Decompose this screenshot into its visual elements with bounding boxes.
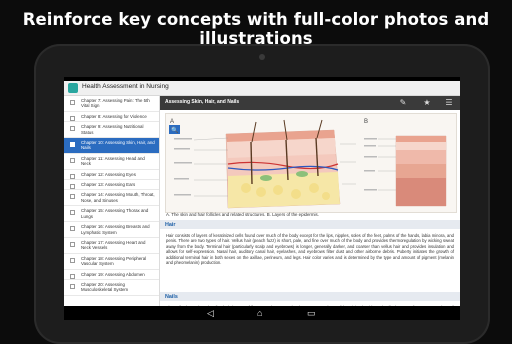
app-action-bar: Health Assessment in Nursing (64, 81, 460, 96)
sidebar-chapter-item[interactable]: Chapter 9: Assessing Nutritional Status (64, 122, 159, 139)
nails-heading-band: Nails (160, 292, 460, 301)
sidebar-chapter-item[interactable]: Chapter 13: Assessing Ears (64, 180, 159, 191)
hair-heading-band: Hair (160, 220, 460, 229)
chapter-sidebar: Chapter 7: Assessing Pain: The 5th Vital… (64, 96, 160, 320)
sidebar-chapter-item[interactable]: Chapter 20: Assessing Musculoskeletal Sy… (64, 280, 159, 296)
checkbox-icon[interactable] (70, 142, 75, 148)
star-icon[interactable]: ★ (422, 98, 432, 108)
chapter-label: Chapter 7: Assessing Pain: The 5th Vital… (81, 98, 150, 109)
content-pane: Assessing Skin, Hair, and Nails ✎ ★ ☰ A … (160, 96, 460, 320)
svg-text:🔍: 🔍 (171, 126, 179, 134)
recents-icon[interactable]: ▭ (307, 307, 316, 319)
chapter-label: Chapter 13: Assessing Ears (81, 182, 136, 188)
checkbox-icon[interactable] (70, 126, 75, 132)
nails-heading: Nails (165, 293, 178, 300)
chapter-label: Chapter 8: Assessing for Violence (81, 113, 147, 119)
promo-headline: Reinforce key concepts with full-color p… (22, 10, 490, 48)
sidebar-chapter-item[interactable]: Chapter 17: Assessing Heart and Neck Ves… (64, 238, 159, 254)
chapter-label: Chapter 12: Assessing Eyes (81, 171, 136, 177)
checkbox-icon[interactable] (70, 157, 75, 163)
section-title: Assessing Skin, Hair, and Nails (165, 99, 240, 105)
chapter-label: Chapter 17: Assessing Heart and Neck Ves… (81, 239, 146, 251)
content-toolbar: Assessing Skin, Hair, and Nails ✎ ★ ☰ (160, 96, 460, 110)
chapter-label: Chapter 14: Assessing Mouth, Throat, Nos… (81, 192, 155, 203)
sidebar-chapter-item[interactable]: Chapter 14: Assessing Mouth, Throat, Nos… (64, 190, 159, 207)
figure-caption: A. The skin and hair follicles and relat… (166, 212, 319, 217)
system-navigation-bar: ◁ ⌂ ▭ (64, 306, 460, 320)
skin-illustration: A B 🔍 (169, 119, 447, 209)
checkbox-icon[interactable] (70, 241, 75, 247)
chapter-label: Chapter 16: Assessing Breasts and Lympha… (81, 224, 150, 235)
sidebar-chapter-item[interactable]: Chapter 15: Assessing Thorax and Lungs (64, 206, 159, 223)
sidebar-chapter-item[interactable]: Chapter 11: Assessing Head and Neck (64, 154, 159, 170)
chapter-label: Chapter 15: Assessing Thorax and Lungs (81, 208, 149, 219)
checkbox-icon[interactable] (70, 173, 75, 179)
figure-label-a: A (170, 119, 174, 125)
back-icon[interactable]: ◁ (207, 307, 214, 319)
checkbox-icon[interactable] (70, 273, 75, 279)
list-icon[interactable]: ☰ (444, 98, 454, 108)
sidebar-chapter-item[interactable]: Chapter 19: Assessing Abdomen (64, 270, 159, 280)
app-title: Health Assessment in Nursing (82, 83, 169, 90)
hair-heading: Hair (165, 221, 176, 228)
home-icon[interactable]: ⌂ (257, 307, 262, 319)
device-screen: Health Assessment in Nursing Chapter 7: … (64, 77, 460, 320)
sidebar-chapter-item[interactable]: Chapter 12: Assessing Eyes (64, 170, 159, 181)
camera-dot (259, 54, 265, 60)
chapter-label: Chapter 11: Assessing Head and Neck (81, 155, 145, 167)
checkbox-icon[interactable] (70, 100, 75, 105)
chapter-label: Chapter 20: Assessing Musculoskeletal Sy… (81, 281, 129, 293)
figure-label-b: B (364, 119, 368, 125)
sidebar-chapter-item[interactable]: Chapter 10: Assessing Skin, Hair, and Na… (64, 138, 159, 154)
checkbox-icon[interactable] (70, 257, 75, 263)
sidebar-chapter-item[interactable]: Chapter 7: Assessing Pain: The 5th Vital… (64, 96, 159, 112)
checkbox-icon[interactable] (70, 210, 75, 216)
chapter-label: Chapter 10: Assessing Skin, Hair, and Na… (81, 140, 155, 151)
checkbox-icon[interactable] (70, 115, 75, 121)
checkbox-icon[interactable] (70, 194, 75, 200)
skin-figure: A B 🔍 (165, 113, 457, 213)
sidebar-chapter-item[interactable]: Chapter 8: Assessing for Violence (64, 112, 159, 123)
chapter-label: Chapter 9: Assessing Nutritional Status (81, 124, 144, 135)
pencil-icon[interactable]: ✎ (398, 98, 408, 108)
sidebar-chapter-item[interactable]: Chapter 18: Assessing Peripheral Vascula… (64, 254, 159, 270)
book-icon[interactable] (68, 83, 78, 93)
chapter-label: Chapter 19: Assessing Abdomen (81, 271, 145, 277)
checkbox-icon[interactable] (70, 184, 75, 190)
checkbox-icon[interactable] (70, 226, 75, 232)
checkbox-icon[interactable] (70, 283, 75, 289)
sidebar-chapter-item[interactable]: Chapter 16: Assessing Breasts and Lympha… (64, 222, 159, 238)
hair-paragraph: Hair consists of layers of keratinized c… (166, 233, 454, 266)
chapter-label: Chapter 18: Assessing Peripheral Vascula… (81, 255, 147, 267)
